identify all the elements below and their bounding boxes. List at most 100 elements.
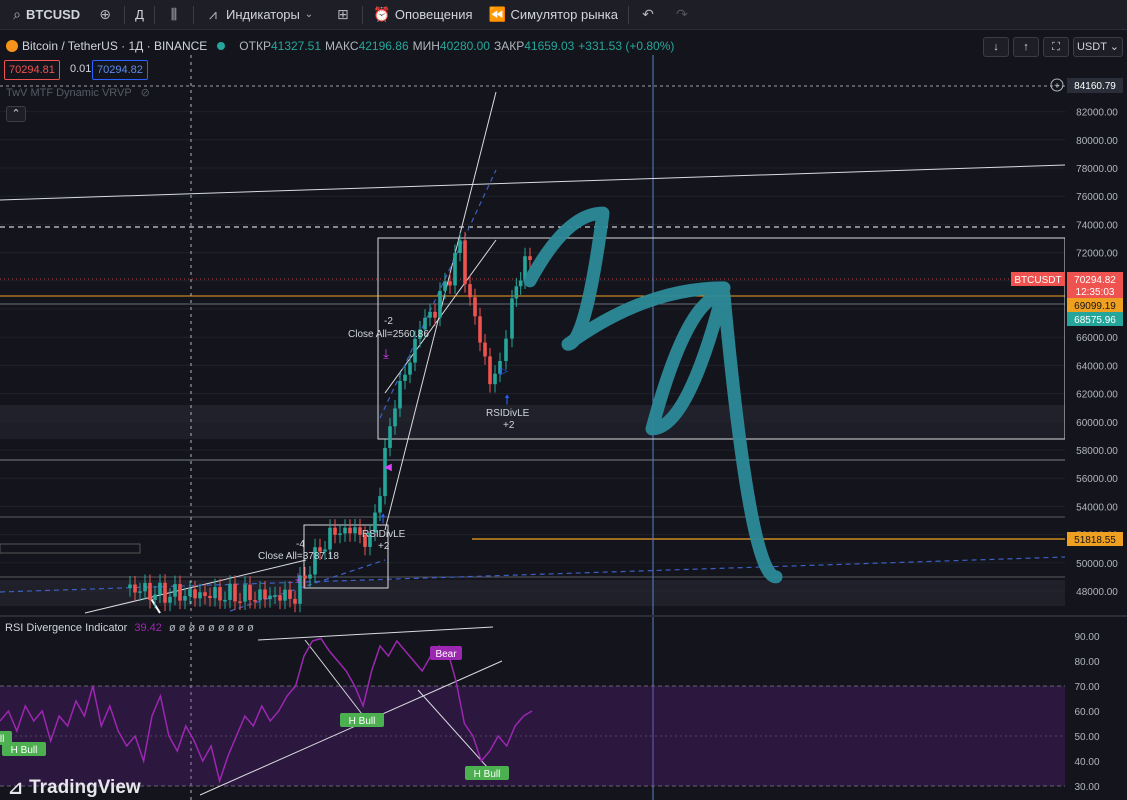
rsi-value: 39.42 [134,622,162,634]
price-tick-label: 66000.00 [1076,333,1118,344]
candle-body [478,316,482,343]
candle-body [308,574,312,579]
open-value: 41327.51 [270,39,322,53]
candle-body [238,601,242,603]
candle-body [193,589,197,599]
candle-body [504,338,508,362]
sell-button[interactable]: 70294.81 [4,60,60,80]
rsi-signal-label: Bear [435,649,457,660]
rsi-tick-label: 70.00 [1074,682,1099,693]
vrvp-label-text: TwV MTF Dynamic VRVP [6,87,132,99]
rsi-signal-label: H Bull [349,716,376,727]
svg-text:⤓: ⤓ [295,570,301,585]
candle-body [353,527,357,534]
candle-body [493,373,497,385]
candle-body [388,426,392,448]
candle-body [173,584,177,597]
rsi-signal-label: H Bull [474,769,501,780]
replay-button[interactable]: ⏪ Симулятор рынка [481,0,626,29]
svg-text:51818.55: 51818.55 [1074,535,1116,546]
maximize-button[interactable]: ⛶ [1042,37,1069,57]
candle-body [278,595,282,601]
qty-label-2: +2 [503,420,515,431]
svg-text:⤓: ⤓ [383,346,389,361]
candle-body [343,527,347,534]
redo-button[interactable]: ↷ [665,0,699,29]
price-tick-label: 80000.00 [1076,136,1118,147]
price-tick-label: 74000.00 [1076,220,1118,231]
candle-body [408,362,412,375]
rsi-tick-label: 50.00 [1074,732,1099,743]
search-icon: ⌕ [13,6,21,22]
symbol-search[interactable]: ⌕ BTCUSD [0,0,88,29]
candle-body [428,311,432,318]
candle-body [510,298,514,339]
candle-body [258,589,262,601]
change-value: +331.53 (+0.80%) [578,39,675,53]
indicators-button[interactable]: ⩘ Индикаторы ⌄ [196,0,326,29]
svg-text:69099.19: 69099.19 [1074,301,1116,312]
plus-circle-icon: ⊕ [99,6,112,22]
candle-body [198,592,202,599]
price-tick-label: 64000.00 [1076,361,1118,372]
rsi-signal-label: H Bull [11,745,38,756]
svg-text:▷: ▷ [500,366,508,377]
rewind-icon: ⏪ [488,6,507,22]
candle-body [338,533,342,535]
undo-button[interactable]: ↶ [631,0,665,29]
rsi-tick-label: 90.00 [1074,632,1099,643]
candle-body [518,280,523,287]
candle-body [203,592,207,596]
price-tick-label: 82000.00 [1076,108,1118,119]
alerts-button[interactable]: ⏰ Оповещения [365,0,481,29]
price-tick-label: 58000.00 [1076,446,1118,457]
top-toolbar: ⌕ BTCUSD ⊕ Д ⫼ ⩘ Индикаторы ⌄ ⊞ ⏰ Оповещ… [0,0,1127,30]
collapse-legend-button[interactable]: ⌃ [6,106,26,122]
toolbar-divider [192,5,194,24]
candle-body [348,527,352,534]
rsi-nan-values: ø ø ø ø ø ø ø ø ø [168,622,254,634]
spread-value: 0.01 [70,63,92,75]
candle-body [398,380,402,409]
buy-button[interactable]: 70294.82 [92,60,148,80]
currency-select[interactable]: USDT ⌄ [1072,37,1123,57]
candle-body [223,599,227,602]
move-down-button[interactable]: ↓ [982,37,1009,57]
tradingview-logo[interactable]: ⊿ TradingView [8,777,141,799]
svg-text:12:35:03: 12:35:03 [1076,287,1115,298]
candle-body [288,589,292,599]
price-tick-label: 72000.00 [1076,249,1118,260]
high-label: МАКС [325,39,359,53]
brand-name: TradingView [29,777,141,798]
candle-body [178,584,182,601]
toolbar-divider [627,5,629,24]
candle-body [143,582,147,592]
rsidivle-label-2: RSIDivLE [362,529,406,540]
candle-body [273,595,277,597]
candle-body [468,284,472,298]
chart-type-button[interactable]: ⫼ [157,0,191,29]
rsi-title: RSI Divergence Indicator [5,622,128,634]
rsi-tick-label: 60.00 [1074,707,1099,718]
compare-button[interactable]: ⊕ [88,0,122,29]
bitcoin-logo-icon [6,40,18,52]
candle-body [233,583,237,602]
candle-body [138,591,142,593]
chart-canvas[interactable]: ⤓ ⤓ ◀ 🠕 🠕 ▷ Close All=2560.86 -2 RSIDivL… [0,30,1127,800]
low-value: 40280.00 [439,39,490,53]
rsi-tick-label: 80.00 [1074,657,1099,668]
eye-off-icon[interactable]: ⊘ [141,87,150,99]
symbol-title: Bitcoin / TetherUS · 1Д · BINANCE [22,39,208,53]
candle-body [128,584,132,589]
move-up-button[interactable]: ↑ [1012,37,1039,57]
candle-body [453,252,457,286]
candle-body [263,589,267,600]
price-tick-label: 76000.00 [1076,192,1118,203]
svg-text:70294.82: 70294.82 [1074,275,1116,286]
layouts-button[interactable]: ⊞ [326,0,360,29]
candle-body [188,589,192,597]
svg-text:84160.79: 84160.79 [1074,81,1116,92]
price-tick-label: 56000.00 [1076,474,1118,485]
interval-button[interactable]: Д [127,0,152,29]
candle-body [393,408,397,427]
